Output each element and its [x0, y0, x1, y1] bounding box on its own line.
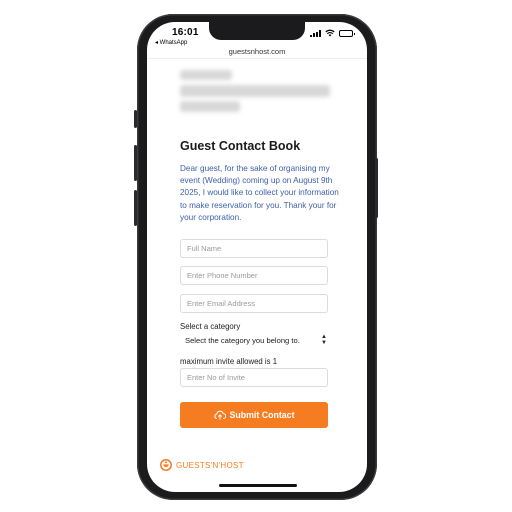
- home-indicator[interactable]: [219, 484, 297, 487]
- back-to-app-link[interactable]: ◂ WhatsApp: [155, 39, 187, 46]
- category-select[interactable]: Select the category you belong to. ▲ ▼: [180, 332, 328, 348]
- brand-logo-icon: [160, 459, 172, 471]
- submit-contact-button[interactable]: Submit Contact: [180, 402, 328, 428]
- page-title: Guest Contact Book: [180, 139, 301, 153]
- volume-up-button: [134, 145, 137, 181]
- cellular-signal-icon: [310, 29, 321, 37]
- phone-screen: 16:01 ◂ WhatsApp guestsnhost.com Guest C…: [147, 22, 367, 492]
- power-button: [375, 158, 378, 218]
- mute-switch: [134, 110, 137, 128]
- invite-count-input[interactable]: [180, 368, 328, 387]
- address-bar-divider: [147, 58, 367, 59]
- intro-text: Dear guest, for the sake of organising m…: [180, 164, 339, 222]
- full-name-input[interactable]: [180, 239, 328, 258]
- select-chevron-icon: ▲ ▼: [321, 334, 327, 346]
- cloud-upload-icon: [213, 410, 226, 420]
- notch: [209, 22, 305, 40]
- status-time: 16:01: [172, 27, 199, 38]
- invite-limit-label: maximum invite allowed is 1: [180, 357, 278, 366]
- wifi-icon: [325, 29, 335, 37]
- status-icons: [310, 29, 355, 37]
- brand-logo-text: GUESTS'N'HOST: [176, 460, 244, 470]
- phone-number-input[interactable]: [180, 266, 328, 285]
- category-select-value: Select the category you belong to.: [185, 335, 300, 345]
- email-address-input[interactable]: [180, 294, 328, 313]
- volume-down-button: [134, 190, 137, 226]
- battery-icon: [339, 29, 355, 37]
- submit-button-label: Submit Contact: [229, 410, 295, 420]
- brand-logo[interactable]: GUESTS'N'HOST: [159, 459, 244, 471]
- category-label: Select a category: [180, 322, 241, 331]
- address-bar-url[interactable]: guestsnhost.com: [147, 47, 367, 56]
